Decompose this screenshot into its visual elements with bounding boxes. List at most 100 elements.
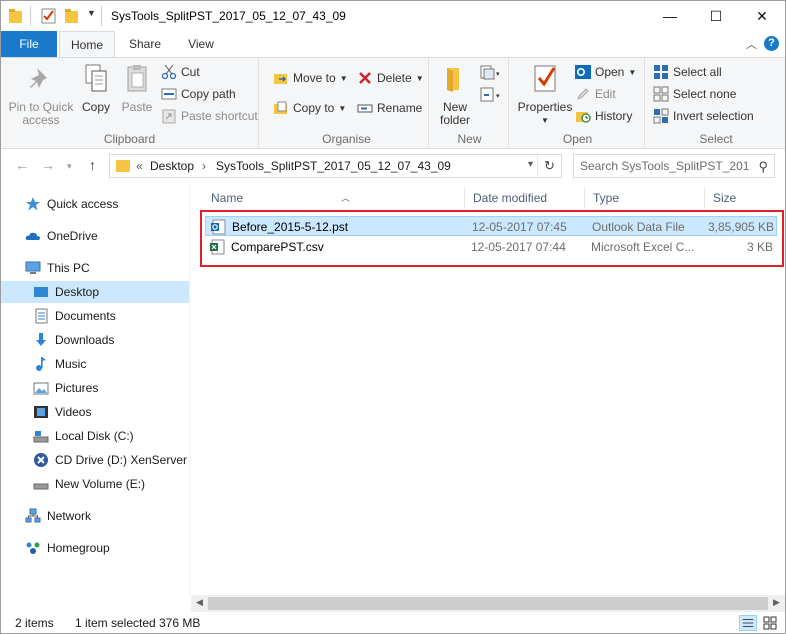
breadcrumb-overflow[interactable]: « — [136, 159, 143, 173]
help-button[interactable]: ? — [764, 36, 779, 51]
column-header-name[interactable]: Name ︿ — [203, 187, 465, 209]
edit-button[interactable]: Edit — [575, 84, 616, 104]
copy-to-button[interactable]: Copy to ▼ — [273, 98, 346, 118]
copy-path-icon — [161, 88, 177, 100]
folder-icon[interactable] — [9, 8, 23, 24]
address-dropdown-icon[interactable]: ▾ — [528, 159, 533, 170]
nav-pictures[interactable]: Pictures — [1, 377, 189, 399]
nav-documents[interactable]: Documents — [1, 305, 189, 327]
pane-divider[interactable] — [189, 185, 190, 595]
file-row[interactable]: ComparePST.csv 12-05-2017 07:44 Microsof… — [205, 237, 777, 257]
copy-path-label: Copy path — [181, 87, 236, 101]
svg-text:▾: ▾ — [496, 70, 500, 78]
ribbon: Pin to Quick access Copy Paste Cut Copy … — [1, 57, 785, 149]
back-arrow-icon[interactable]: ← — [15, 157, 29, 173]
nav-homegroup[interactable]: Homegroup — [1, 537, 189, 559]
minimize-button[interactable]: — — [647, 1, 693, 31]
collapse-ribbon-icon[interactable]: ︿ — [746, 36, 757, 52]
refresh-icon[interactable]: ↻ — [537, 155, 561, 177]
new-folder-icon[interactable] — [65, 8, 79, 24]
nav-onedrive[interactable]: OneDrive — [1, 225, 189, 247]
copy-path-button[interactable]: Copy path — [161, 84, 236, 104]
breadcrumb-separator[interactable]: › — [202, 159, 206, 173]
maximize-button[interactable]: ☐ — [693, 1, 739, 31]
nav-desktop[interactable]: Desktop — [1, 281, 189, 303]
open-button[interactable]: Open ▼ — [575, 62, 636, 82]
scroll-right-icon[interactable]: ▶ — [768, 597, 785, 608]
customize-quick-access-icon[interactable]: ▼ — [87, 8, 96, 18]
drive-icon — [33, 483, 49, 490]
nav-this-pc[interactable]: This PC — [1, 257, 189, 279]
search-icon[interactable]: ⚲ — [758, 159, 768, 175]
paste-button[interactable]: Paste — [117, 62, 157, 114]
search-box[interactable]: ⚲ — [573, 154, 775, 178]
new-group: New folder ▾ ▾ New — [431, 58, 509, 149]
nav-videos[interactable]: Videos — [1, 401, 189, 423]
paste-shortcut-label: Paste shortcut — [181, 109, 258, 123]
column-header-date[interactable]: Date modified — [465, 187, 585, 209]
large-icons-view-icon[interactable] — [761, 615, 779, 631]
select-group: Select all Select none Invert selection … — [647, 58, 785, 149]
horizontal-scrollbar[interactable]: ◀ ▶ — [191, 595, 785, 612]
invert-selection-button[interactable]: Invert selection — [653, 106, 754, 126]
pin-to-quick-access-button[interactable]: Pin to Quick access — [5, 62, 77, 127]
file-date: 12-05-2017 07:45 — [472, 220, 567, 234]
file-size: 3 KB — [746, 240, 773, 254]
tab-home[interactable]: Home — [59, 31, 115, 58]
cut-button[interactable]: Cut — [161, 62, 200, 82]
rename-button[interactable]: Rename — [357, 98, 422, 118]
properties-check-icon[interactable] — [41, 8, 57, 24]
open-group-label: Open — [562, 132, 593, 146]
nav-onedrive-label: OneDrive — [47, 229, 98, 243]
nav-quick-access[interactable]: Quick access — [1, 193, 189, 215]
nav-documents-label: Documents — [55, 309, 116, 323]
details-view-icon[interactable] — [739, 615, 757, 631]
history-icon — [576, 112, 591, 123]
nav-music[interactable]: Music — [1, 353, 189, 375]
easy-access-icon[interactable]: ▾ — [479, 86, 503, 104]
tab-view[interactable]: View — [175, 31, 227, 57]
close-button[interactable]: ✕ — [739, 1, 785, 31]
nav-cd-drive-label: CD Drive (D:) XenServer To — [55, 453, 189, 467]
computer-icon — [25, 261, 41, 274]
recent-locations-icon[interactable]: ▾ — [67, 161, 72, 172]
file-row[interactable]: Before_2015-5-12.pst 12-05-2017 07:45 Ou… — [205, 216, 777, 236]
new-item-icon[interactable]: ▾ — [479, 64, 503, 82]
nav-new-volume[interactable]: New Volume (E:) — [1, 473, 189, 495]
new-folder-button[interactable]: New folder — [435, 62, 475, 127]
nav-network[interactable]: Network — [1, 505, 189, 527]
desktop-icon — [34, 287, 48, 297]
scroll-left-icon[interactable]: ◀ — [191, 597, 208, 608]
invert-selection-icon — [653, 108, 669, 124]
forward-arrow-icon[interactable]: → — [41, 157, 55, 173]
file-date: 12-05-2017 07:44 — [471, 240, 566, 254]
select-all-button[interactable]: Select all — [653, 62, 722, 82]
select-none-button[interactable]: Select none — [653, 84, 736, 104]
new-folder-icon — [447, 68, 459, 92]
address-bar[interactable]: « Desktop › SysTools_SplitPST_2017_05_12… — [109, 154, 562, 178]
history-button[interactable]: History — [575, 106, 632, 126]
nav-quick-access-label: Quick access — [47, 197, 119, 211]
nav-downloads[interactable]: Downloads — [1, 329, 189, 351]
dropdown-arrow-icon: ▼ — [415, 73, 424, 83]
scroll-thumb[interactable] — [208, 597, 768, 610]
breadcrumb-desktop[interactable]: Desktop — [150, 159, 194, 173]
clipboard-group-label: Clipboard — [103, 132, 156, 146]
delete-button[interactable]: Delete ▼ — [357, 68, 424, 88]
file-list: Name ︿ Date modified Type Size Before_20… — [191, 181, 785, 593]
nav-cd-drive[interactable]: CD Drive (D:) XenServer To — [1, 449, 189, 471]
up-arrow-icon[interactable]: ↑ — [89, 157, 96, 173]
tab-file[interactable]: File — [1, 31, 57, 57]
nav-local-disk[interactable]: Local Disk (C:) — [1, 425, 189, 447]
search-input[interactable] — [580, 159, 750, 173]
copy-to-label: Copy to — [293, 101, 335, 115]
paste-label: Paste — [121, 100, 153, 114]
tab-share[interactable]: Share — [119, 31, 171, 57]
column-header-size[interactable]: Size — [705, 187, 785, 209]
column-header-type[interactable]: Type — [585, 187, 705, 209]
breadcrumb-current-folder[interactable]: SysTools_SplitPST_2017_05_12_07_43_09 — [216, 159, 451, 173]
copy-button[interactable]: Copy — [77, 62, 115, 114]
properties-button[interactable]: Properties ▼ — [517, 62, 573, 127]
move-to-button[interactable]: Move to ▼ — [273, 68, 348, 88]
paste-shortcut-button[interactable]: Paste shortcut — [161, 106, 258, 126]
